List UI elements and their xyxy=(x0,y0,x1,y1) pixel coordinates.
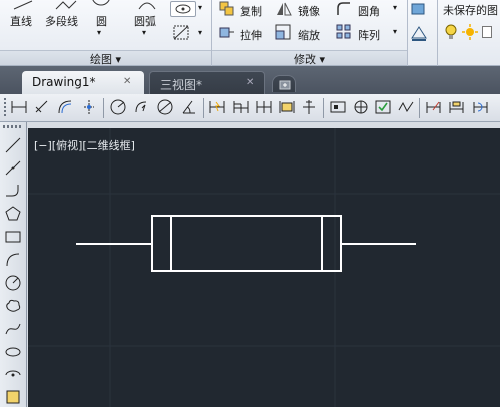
jogged-dimension-icon[interactable] xyxy=(133,98,151,116)
array-icon xyxy=(336,24,352,40)
panel-divider xyxy=(407,0,408,66)
spline-icon[interactable] xyxy=(4,320,22,338)
dimension-space-icon[interactable] xyxy=(278,98,296,116)
aligned-dimension-icon[interactable] xyxy=(33,98,51,116)
resistor-drawing[interactable] xyxy=(28,128,500,407)
fillet-button[interactable]: 圆角 xyxy=(358,3,380,19)
stretch-icon xyxy=(219,24,235,40)
toolbar-separator xyxy=(323,98,324,118)
polyline-icon[interactable] xyxy=(4,182,22,200)
dimension-text-edit-icon[interactable] xyxy=(448,98,466,116)
circle-dropdown-icon[interactable]: ▾ xyxy=(97,28,101,37)
rectangle-icon[interactable] xyxy=(4,228,22,246)
tab-three-view[interactable]: 三视图* ✕ xyxy=(149,71,265,94)
hatch-dropdown-icon[interactable]: ▾ xyxy=(198,28,202,37)
circle-button[interactable]: 圆 xyxy=(96,13,107,29)
ellipse-arc-icon[interactable] xyxy=(4,366,22,384)
line-button[interactable]: 直线 xyxy=(10,13,32,29)
dimension-update-icon[interactable] xyxy=(472,98,490,116)
stretch-button[interactable]: 拉伸 xyxy=(240,27,262,43)
line-tool-icon xyxy=(12,0,34,10)
center-mark-icon[interactable] xyxy=(352,98,370,116)
tolerance-icon[interactable] xyxy=(329,98,347,116)
revision-cloud-icon[interactable] xyxy=(4,297,22,315)
jogged-linear-icon[interactable] xyxy=(397,98,415,116)
region-icon[interactable] xyxy=(170,1,196,17)
explode-icon[interactable] xyxy=(409,24,429,42)
sun-icon[interactable] xyxy=(462,24,478,40)
erase-icon[interactable] xyxy=(409,1,429,18)
close-icon[interactable]: ✕ xyxy=(246,77,254,88)
array-button[interactable]: 阵列 xyxy=(358,27,380,43)
arc-tool-icon xyxy=(137,0,157,10)
angular-dimension-icon[interactable] xyxy=(180,98,198,116)
panel-divider xyxy=(437,0,438,66)
close-icon[interactable]: ✕ xyxy=(123,76,131,87)
circle-tool-icon xyxy=(91,0,111,8)
quick-dimension-icon[interactable] xyxy=(208,98,226,116)
draw-toolbar-vertical xyxy=(0,122,27,407)
polyline-button[interactable]: 多段线 xyxy=(45,13,78,29)
insert-block-icon[interactable] xyxy=(4,388,22,406)
scale-icon xyxy=(275,24,291,40)
array-dropdown-icon[interactable]: ▾ xyxy=(393,27,397,36)
toolbar-separator xyxy=(103,98,104,118)
document-tab-strip: Drawing1* ✕ 三视图* ✕ xyxy=(0,66,500,94)
circle-icon[interactable] xyxy=(4,274,22,292)
radius-dimension-icon[interactable] xyxy=(109,98,127,116)
inspect-icon[interactable] xyxy=(374,98,392,116)
polyline-tool-icon xyxy=(55,0,77,10)
region-dropdown-icon[interactable]: ▾ xyxy=(198,3,202,12)
baseline-dimension-icon[interactable] xyxy=(232,98,250,116)
toolbar-grip xyxy=(4,98,6,118)
arc-icon[interactable] xyxy=(4,251,22,269)
copy-button[interactable]: 复制 xyxy=(240,3,262,19)
arc-button[interactable]: 圆弧 xyxy=(134,13,156,29)
arc-length-icon[interactable] xyxy=(56,98,74,116)
tab-label: 三视图* xyxy=(160,78,203,92)
fillet-icon xyxy=(336,1,352,17)
toolbar-separator xyxy=(203,98,204,118)
tab-label: Drawing1* xyxy=(32,75,96,89)
layer-state-dropdown[interactable]: 未保存的图 xyxy=(443,2,498,18)
diameter-dimension-icon[interactable] xyxy=(156,98,174,116)
draw-panel-title[interactable]: 绘图 ▾ xyxy=(0,50,211,66)
lightbulb-icon[interactable] xyxy=(444,24,458,40)
resistor-body xyxy=(151,215,342,272)
dimension-break-icon[interactable] xyxy=(300,98,318,116)
continue-dimension-icon[interactable] xyxy=(255,98,273,116)
snap-toolbar xyxy=(0,94,500,122)
linear-dimension-icon[interactable] xyxy=(10,98,28,116)
new-tab-button[interactable] xyxy=(272,75,296,92)
polygon-icon[interactable] xyxy=(4,205,22,223)
toolbar-grip xyxy=(3,125,23,128)
ellipse-icon[interactable] xyxy=(4,343,22,361)
fillet-dropdown-icon[interactable]: ▾ xyxy=(393,3,397,12)
dimension-edit-icon[interactable] xyxy=(425,98,443,116)
ordinate-dimension-icon[interactable] xyxy=(80,98,98,116)
construction-line-icon[interactable] xyxy=(4,159,22,177)
mirror-button[interactable]: 镜像 xyxy=(298,3,320,19)
layer-color-swatch[interactable] xyxy=(482,26,492,38)
drawing-canvas[interactable]: [−][俯视][二维线框] xyxy=(28,128,500,407)
toolbar-separator xyxy=(419,98,420,118)
line-icon[interactable] xyxy=(4,136,22,154)
arc-dropdown-icon[interactable]: ▾ xyxy=(142,28,146,37)
hatch-icon[interactable] xyxy=(170,24,196,42)
scale-button[interactable]: 缩放 xyxy=(298,27,320,43)
modify-panel-title[interactable]: 修改 ▾ xyxy=(212,50,407,66)
mirror-icon xyxy=(275,1,293,17)
tab-drawing1[interactable]: Drawing1* ✕ xyxy=(22,71,144,94)
copy-icon xyxy=(219,1,235,17)
ribbon: 直线 多段线 圆 ▾ 圆弧 ▾ ▾ ▾ 绘图 ▾ 复制 镜像 圆角 ▾ 拉伸 缩… xyxy=(0,0,500,66)
